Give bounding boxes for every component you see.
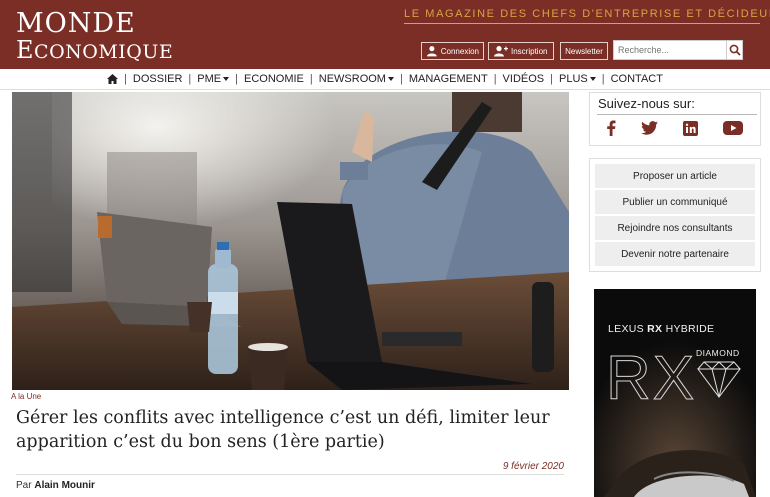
- nav-newsroom[interactable]: NEWSROOM: [318, 73, 395, 85]
- follow-title: Suivez-nous sur:: [598, 96, 695, 111]
- nav-separator: |: [601, 73, 605, 85]
- logo-line-2[interactable]: ECONOMIQUE: [16, 36, 173, 64]
- search-box: [613, 40, 743, 60]
- become-partner-link[interactable]: Devenir notre partenaire: [595, 242, 755, 266]
- ad-headline: LEXUS RX HYBRIDE: [608, 323, 714, 335]
- chevron-down-icon: [589, 77, 596, 81]
- nav-newsroom-label: NEWSROOM: [318, 73, 386, 85]
- nav-videos-label: VIDÉOS: [502, 73, 545, 85]
- site-header: MONDE ECONOMIQUE LE MAGAZINE DES CHEFS D…: [0, 0, 770, 69]
- youtube-link[interactable]: [722, 120, 744, 136]
- article-hero-image[interactable]: [12, 92, 569, 390]
- newsletter-button[interactable]: Newsletter: [560, 42, 608, 60]
- nav-plus-label: PLUS: [558, 73, 588, 85]
- home-icon: [107, 74, 119, 84]
- follow-divider: [597, 114, 757, 115]
- nav-economie-label: ECONOMIE: [243, 73, 304, 85]
- article-title[interactable]: Gérer les conflits avec intelligence c’e…: [16, 406, 566, 454]
- chevron-down-icon: [387, 77, 394, 81]
- propose-article-link[interactable]: Proposer un article: [595, 164, 755, 188]
- logo-initial: E: [16, 36, 35, 64]
- author-prefix: Par: [16, 480, 32, 491]
- article-date: 9 février 2020: [502, 461, 564, 472]
- lexus-advertisement[interactable]: LEXUS RX HYBRIDE RX DIAMOND: [594, 289, 756, 497]
- nav-home[interactable]: [106, 74, 119, 84]
- nav-dossier-label: DOSSIER: [132, 73, 183, 85]
- login-label: Connexion: [440, 46, 479, 56]
- conference-photo: [12, 92, 569, 390]
- nav-plus[interactable]: PLUS: [558, 73, 597, 85]
- tagline-rule: [404, 23, 760, 24]
- linkedin-link[interactable]: [681, 120, 699, 136]
- follow-us-box: Suivez-nous sur:: [589, 92, 761, 146]
- linkedin-icon: [682, 120, 698, 136]
- ad-model: RX: [647, 323, 662, 335]
- nav-pme-label: PME: [197, 73, 222, 85]
- signup-label: Inscription: [511, 46, 548, 56]
- nav-management[interactable]: MANAGEMENT: [408, 73, 489, 85]
- join-consultants-link[interactable]: Rejoindre nos consultants: [595, 216, 755, 240]
- chevron-down-icon: [223, 77, 230, 81]
- nav-management-label: MANAGEMENT: [408, 73, 488, 85]
- nav-separator: |: [124, 73, 127, 85]
- facebook-icon: [607, 120, 616, 136]
- publish-press-release-link[interactable]: Publier un communiqué: [595, 190, 755, 214]
- article-author: Par Alain Mounir: [16, 480, 95, 491]
- user-icon: [426, 46, 437, 57]
- tagline: LE MAGAZINE DES CHEFS D'ENTREPRISE ET DÉ…: [404, 8, 770, 20]
- nav-separator: |: [493, 73, 497, 85]
- nav-separator: |: [188, 73, 192, 85]
- ad-big-mark: RX: [606, 344, 696, 413]
- logo-line-1[interactable]: MONDE: [16, 8, 136, 39]
- newsletter-label: Newsletter: [565, 46, 603, 56]
- ad-brand: LEXUS: [608, 323, 644, 335]
- add-user-icon: [494, 46, 508, 57]
- nav-economie[interactable]: ECONOMIE: [243, 73, 305, 85]
- logo-rest: CONOMIQUE: [34, 41, 174, 63]
- ad-edition: DIAMOND: [696, 348, 740, 358]
- sidebar-links: Proposer un article Publier un communiqu…: [589, 158, 761, 272]
- nav-contact[interactable]: CONTACT: [610, 73, 664, 85]
- ad-artwork: LEXUS RX HYBRIDE RX DIAMOND: [594, 289, 756, 497]
- nav-dossier[interactable]: DOSSIER: [132, 73, 184, 85]
- main-nav: | DOSSIER | PME | ECONOMIE | NEWSROOM | …: [0, 69, 770, 90]
- author-name[interactable]: Alain Mounir: [34, 480, 95, 491]
- nav-separator: |: [235, 73, 238, 85]
- nav-separator: |: [309, 73, 313, 85]
- nav-videos[interactable]: VIDÉOS: [502, 73, 546, 85]
- youtube-icon: [723, 121, 743, 135]
- facebook-link[interactable]: [602, 120, 620, 136]
- twitter-icon: [640, 121, 658, 135]
- login-button[interactable]: Connexion: [421, 42, 484, 60]
- nav-separator: |: [550, 73, 553, 85]
- search-icon: [729, 44, 741, 56]
- ad-suffix: HYBRIDE: [666, 323, 715, 335]
- nav-pme[interactable]: PME: [196, 73, 230, 85]
- twitter-link[interactable]: [640, 120, 658, 136]
- search-button[interactable]: [726, 41, 742, 59]
- article-category[interactable]: A la Une: [11, 392, 41, 401]
- nav-separator: |: [399, 73, 403, 85]
- signup-button[interactable]: Inscription: [488, 42, 554, 60]
- nav-contact-label: CONTACT: [610, 73, 663, 85]
- title-divider: [16, 474, 564, 475]
- search-input[interactable]: [614, 41, 726, 59]
